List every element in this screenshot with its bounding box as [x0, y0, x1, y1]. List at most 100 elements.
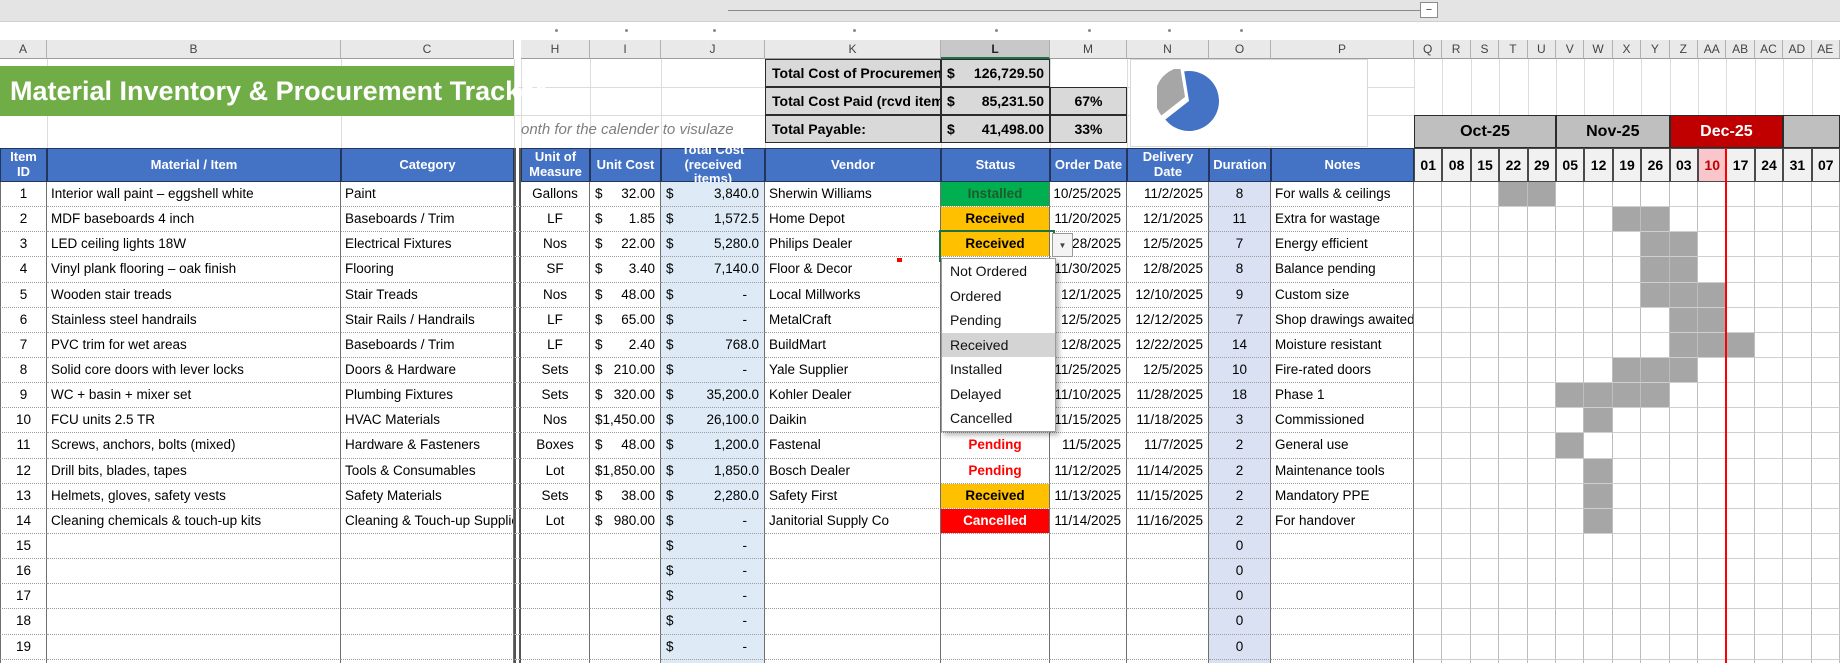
gantt-cell[interactable] — [1726, 207, 1755, 233]
gantt-cell[interactable] — [1470, 433, 1500, 459]
gantt-cell[interactable] — [1783, 584, 1812, 610]
gantt-cell[interactable] — [1612, 307, 1642, 333]
cell-unit[interactable] — [521, 559, 590, 585]
cell-vendor[interactable]: Janitorial Supply Co — [765, 508, 941, 534]
cell-order[interactable] — [1050, 634, 1127, 660]
gantt-cell[interactable] — [1414, 584, 1443, 610]
gantt-cell[interactable] — [1470, 232, 1500, 258]
gantt-cell[interactable] — [1527, 559, 1556, 585]
cell-unit_cost[interactable] — [590, 559, 661, 585]
cell-unit_cost[interactable]: $3.40 — [590, 257, 661, 283]
gantt-cell[interactable] — [1612, 659, 1642, 663]
gantt-cell[interactable] — [1811, 458, 1840, 484]
gantt-cell[interactable] — [1470, 508, 1500, 534]
gantt-cell[interactable] — [1754, 609, 1784, 635]
gantt-cell[interactable] — [1669, 182, 1698, 208]
column-header-U[interactable]: U — [1527, 40, 1556, 59]
gantt-cell[interactable] — [1698, 559, 1727, 585]
cell-unit[interactable] — [521, 634, 590, 660]
cell-total_cost[interactable]: $1,572.5 — [661, 207, 765, 233]
cell-total_cost[interactable]: $ - — [661, 307, 765, 333]
gantt-cell[interactable] — [1726, 408, 1755, 434]
cell-order[interactable]: 11/12/2025 — [1050, 458, 1127, 484]
gantt-cell[interactable] — [1698, 232, 1727, 258]
gantt-cell[interactable] — [1641, 559, 1670, 585]
gantt-cell[interactable] — [1584, 182, 1613, 208]
gantt-cell[interactable] — [1527, 483, 1556, 509]
gantt-cell[interactable] — [1499, 332, 1528, 358]
gantt-cell[interactable] — [1669, 207, 1698, 233]
gantt-cell[interactable] — [1442, 533, 1471, 560]
gantt-cell[interactable] — [1669, 483, 1698, 509]
gantt-cell[interactable] — [1669, 458, 1698, 484]
column-header-W[interactable]: W — [1584, 40, 1613, 59]
gantt-cell[interactable] — [1442, 508, 1471, 534]
gantt-cell[interactable] — [1414, 408, 1443, 434]
gantt-cell[interactable] — [1811, 433, 1840, 459]
gantt-cell[interactable] — [1783, 307, 1812, 333]
cell-notes[interactable]: Fire-rated doors — [1271, 357, 1414, 384]
gantt-cell[interactable] — [1811, 609, 1840, 635]
column-header-P[interactable]: P — [1271, 40, 1414, 59]
cell-vendor[interactable]: Bosch Dealer — [765, 458, 941, 484]
gantt-cell[interactable] — [1698, 408, 1727, 434]
gantt-cell[interactable] — [1556, 307, 1585, 333]
gantt-cell[interactable] — [1669, 634, 1698, 660]
gantt-cell[interactable] — [1584, 282, 1613, 308]
gantt-cell[interactable] — [1641, 659, 1670, 663]
gantt-cell[interactable] — [1499, 383, 1528, 409]
cell-delivery[interactable]: 12/5/2025 — [1127, 357, 1209, 384]
cell-duration[interactable]: 7 — [1209, 232, 1271, 258]
cell-id[interactable]: 2 — [0, 207, 47, 233]
gantt-cell[interactable] — [1499, 609, 1528, 635]
gantt-cell[interactable] — [1499, 232, 1528, 258]
gantt-cell[interactable] — [1584, 332, 1613, 358]
cell-unit_cost[interactable]: $32.00 — [590, 182, 661, 208]
gantt-cell[interactable] — [1612, 357, 1642, 384]
cell-unit_cost[interactable]: $1,450.00 — [590, 408, 661, 434]
cell-duration[interactable]: 9 — [1209, 282, 1271, 308]
cell-notes[interactable]: Phase 1 — [1271, 383, 1414, 409]
gantt-cell[interactable] — [1698, 182, 1727, 208]
gantt-cell[interactable] — [1612, 559, 1642, 585]
gantt-cell[interactable] — [1754, 533, 1784, 560]
cell-duration[interactable]: 0 — [1209, 584, 1271, 610]
column-header-L[interactable]: L — [941, 40, 1050, 59]
dropdown-item-pending[interactable]: Pending — [942, 308, 1055, 333]
cell-total_cost[interactable]: $26,100.0 — [661, 408, 765, 434]
cell-delivery[interactable]: 12/12/2025 — [1127, 307, 1209, 333]
gantt-cell[interactable] — [1783, 357, 1812, 384]
cell-status[interactable] — [941, 634, 1050, 660]
gantt-cell[interactable] — [1783, 207, 1812, 233]
cell-id[interactable]: 9 — [0, 383, 47, 409]
cell-duration[interactable]: 2 — [1209, 508, 1271, 534]
gantt-cell[interactable] — [1499, 508, 1528, 534]
cell-status[interactable] — [941, 533, 1050, 560]
cell-total_cost[interactable]: $768.0 — [661, 332, 765, 358]
gantt-cell[interactable] — [1754, 508, 1784, 534]
gantt-cell[interactable] — [1470, 609, 1500, 635]
cell-id[interactable]: 1 — [0, 182, 47, 208]
gantt-cell[interactable] — [1584, 584, 1613, 610]
cell-total_cost[interactable] — [661, 659, 765, 663]
cell-status[interactable]: Received — [941, 483, 1050, 509]
gantt-cell[interactable] — [1669, 332, 1698, 358]
column-header-AB[interactable]: AB — [1726, 40, 1755, 59]
cell-duration[interactable]: 8 — [1209, 182, 1271, 208]
gantt-cell[interactable] — [1669, 559, 1698, 585]
gantt-cell[interactable] — [1612, 383, 1642, 409]
cell-vendor[interactable] — [765, 533, 941, 560]
gantt-cell[interactable] — [1783, 257, 1812, 283]
cell-unit[interactable] — [521, 584, 590, 610]
gantt-cell[interactable] — [1669, 408, 1698, 434]
column-header-M[interactable]: M — [1050, 40, 1127, 59]
gantt-cell[interactable] — [1698, 332, 1727, 358]
gantt-cell[interactable] — [1499, 584, 1528, 610]
cell-vendor[interactable]: Yale Supplier — [765, 357, 941, 384]
gantt-cell[interactable] — [1612, 634, 1642, 660]
gantt-cell[interactable] — [1584, 307, 1613, 333]
cell-vendor[interactable] — [765, 559, 941, 585]
gantt-cell[interactable] — [1698, 433, 1727, 459]
cell-order[interactable]: 12/5/2025 — [1050, 307, 1127, 333]
cell-unit[interactable]: SF — [521, 257, 590, 283]
